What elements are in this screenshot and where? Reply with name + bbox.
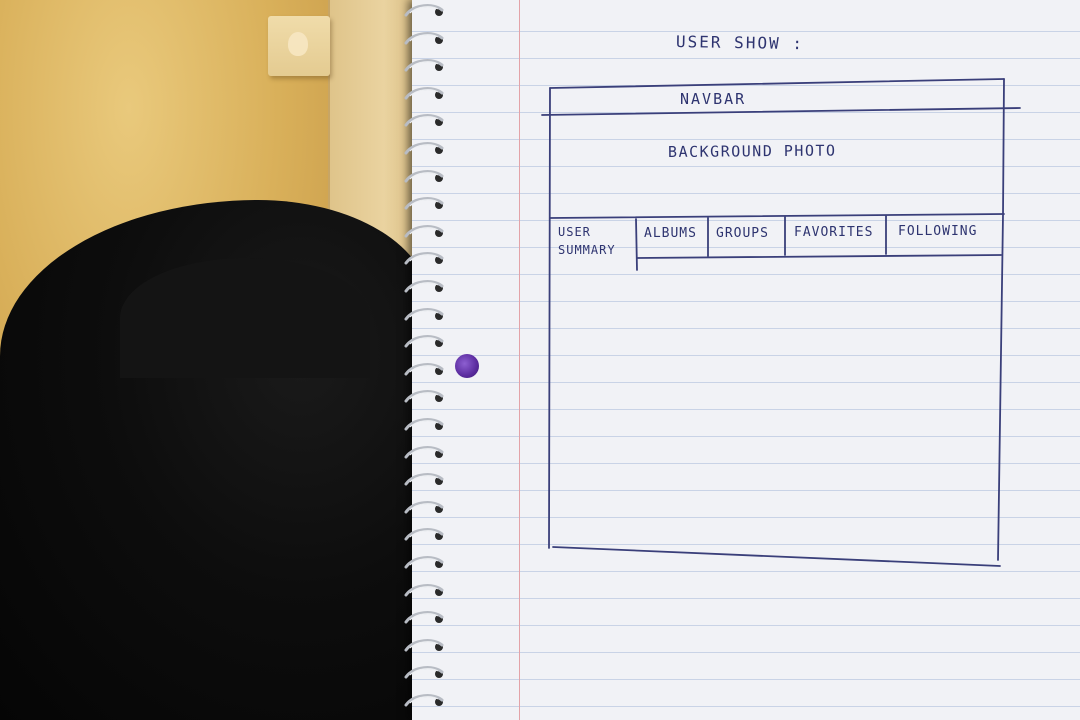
- spiral-ring: [404, 4, 444, 17]
- tab-albums: ALBUMS: [644, 226, 697, 241]
- spiral-ring: [404, 114, 444, 127]
- spiral-ring: [404, 500, 444, 514]
- spiral-ring: [404, 390, 444, 403]
- spiral-ring: [404, 694, 444, 707]
- margin-line: [519, 0, 520, 720]
- spiral-ring: [404, 31, 444, 45]
- tab-favorites: FAVORITES: [794, 225, 874, 240]
- photo-scene: USER SHOW : NAVBAR BACKGROUND PHOTO USER…: [0, 0, 1080, 720]
- spiral-ring: [404, 86, 444, 100]
- spiral-binding: [404, 0, 450, 720]
- spiral-ring: [404, 335, 444, 348]
- spiral-ring: [404, 473, 444, 486]
- spiral-ring: [404, 666, 444, 679]
- jacket-shoulder: [120, 258, 370, 378]
- background-photo-label: BACKGROUND PHOTO: [667, 141, 837, 161]
- spiral-ring: [404, 169, 444, 183]
- spiral-ring: [404, 224, 444, 238]
- spiral-ring: [404, 307, 444, 321]
- notebook-page: [412, 0, 1080, 720]
- page-title: USER SHOW :: [675, 32, 805, 54]
- spiral-ring: [404, 252, 444, 265]
- spiral-ring: [404, 528, 444, 541]
- spiral-ring: [404, 418, 444, 431]
- spiral-ring: [404, 556, 444, 569]
- tab-user-summary: USER SUMMARY: [558, 225, 616, 257]
- spiral-ring: [404, 59, 444, 72]
- punch-hole: [455, 354, 479, 378]
- spiral-ring: [404, 611, 444, 624]
- spiral-ring: [404, 142, 444, 155]
- spiral-ring: [404, 445, 444, 459]
- apple-logo-icon: [288, 32, 308, 56]
- tab-following: FOLLOWING: [898, 224, 978, 239]
- tab-groups: GROUPS: [716, 226, 769, 241]
- spiral-ring: [404, 583, 444, 597]
- wall-switch-box: [268, 16, 330, 76]
- spiral-ring: [404, 280, 444, 293]
- spiral-ring: [404, 197, 444, 210]
- navbar-label: NAVBAR: [680, 90, 747, 108]
- spiral-ring: [404, 638, 444, 652]
- spiral-ring: [404, 362, 444, 376]
